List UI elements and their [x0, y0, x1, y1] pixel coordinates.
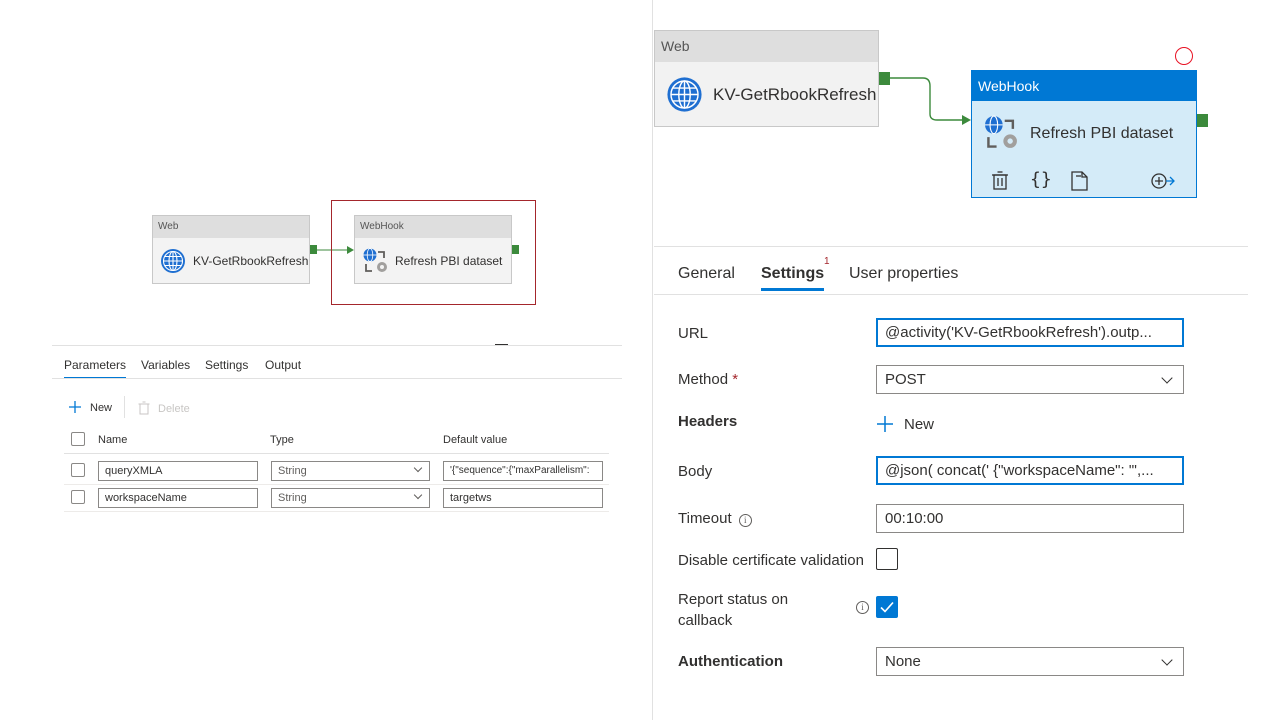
row-checkbox[interactable] — [71, 490, 85, 504]
webhook-icon — [983, 114, 1021, 157]
tab-parameters[interactable]: Parameters — [64, 358, 127, 379]
node-type-label: WebHook — [355, 216, 511, 238]
url-input[interactable]: @activity('KV-GetRbookRefresh').outp... — [876, 318, 1184, 347]
report-status-label-line2: callback — [678, 612, 733, 629]
plus-icon — [876, 415, 894, 438]
delete-label: Delete — [158, 403, 190, 415]
output-port[interactable] — [1197, 114, 1208, 127]
parameter-default-input[interactable]: '{"sequence":{"maxParallelism": — [443, 461, 603, 481]
checkmark-icon — [880, 601, 894, 613]
info-icon[interactable]: i — [738, 514, 752, 527]
web-activity-node[interactable]: Web KV-GetRbookRefresh — [654, 30, 879, 127]
info-icon[interactable]: i — [856, 601, 869, 614]
tab-variables[interactable]: Variables — [141, 358, 190, 372]
chevron-down-icon — [1161, 654, 1173, 666]
column-header-default: Default value — [443, 434, 508, 446]
globe-icon — [160, 248, 186, 279]
type-value: String — [278, 465, 307, 477]
method-label-text: Method — [678, 371, 729, 388]
tab-output[interactable]: Output — [265, 358, 301, 372]
add-header-button[interactable]: New — [876, 415, 946, 435]
parameter-default-input[interactable]: targetws — [443, 488, 603, 508]
headers-label: Headers — [678, 413, 738, 430]
node-name: KV-GetRbookRefresh — [193, 254, 309, 268]
panel-divider — [652, 0, 653, 720]
url-label: URL — [678, 325, 709, 342]
tab-bar-underline — [52, 378, 622, 379]
panel-top-border — [654, 246, 1248, 247]
column-header-name: Name — [98, 434, 128, 446]
settings-error-badge: 1 — [824, 256, 830, 267]
type-value: String — [278, 492, 307, 504]
webhook-activity-node[interactable]: WebHook Refresh PBI dataset — [354, 215, 512, 284]
node-name: Refresh PBI dataset — [1030, 125, 1174, 142]
chevron-down-icon — [1161, 372, 1173, 384]
node-name: KV-GetRbookRefresh — [713, 85, 877, 104]
timeout-label-text: Timeout — [678, 510, 732, 527]
required-asterisk: * — [732, 371, 739, 388]
new-header-label: New — [904, 416, 935, 433]
parameter-type-select[interactable]: String — [271, 461, 430, 481]
panel-top-border — [52, 345, 622, 346]
node-type-label: Web — [655, 31, 878, 62]
body-label: Body — [678, 463, 713, 480]
tab-general[interactable]: General — [678, 265, 735, 283]
select-all-checkbox[interactable] — [71, 432, 85, 446]
status-indicator-circle — [1175, 47, 1193, 65]
timeout-label: Timeout i — [678, 510, 752, 527]
node-name: Refresh PBI dataset — [395, 254, 503, 268]
tab-settings[interactable]: Settings — [761, 265, 825, 291]
code-icon[interactable]: {} — [1030, 169, 1052, 190]
timeout-input[interactable]: 00:10:00 — [876, 504, 1184, 533]
method-value: POST — [885, 371, 926, 388]
web-activity-node[interactable]: Web KV-GetRbookRefresh — [152, 215, 310, 284]
row-checkbox[interactable] — [71, 463, 85, 477]
trash-icon — [138, 401, 150, 420]
output-port[interactable] — [310, 245, 317, 254]
chevron-down-icon — [413, 490, 423, 500]
toolbar-separator — [124, 396, 125, 418]
method-label: Method * — [678, 371, 738, 388]
chevron-down-icon — [413, 463, 423, 473]
parameter-name-input[interactable]: queryXMLA — [98, 461, 258, 481]
row-divider — [64, 484, 609, 485]
copy-icon[interactable] — [1071, 171, 1089, 196]
webhook-activity-node[interactable]: WebHook Refresh PBI dataset {} — [971, 70, 1197, 198]
disable-cert-label: Disable certificate validation — [678, 552, 864, 569]
disable-cert-checkbox[interactable] — [876, 548, 898, 570]
authentication-label: Authentication — [678, 653, 783, 670]
delete-icon[interactable] — [991, 171, 1009, 195]
new-label: New — [90, 402, 113, 414]
body-input[interactable]: @json( concat(' {"workspaceName": "',... — [876, 456, 1184, 485]
output-port[interactable] — [879, 72, 890, 85]
column-header-type: Type — [270, 434, 294, 446]
plus-icon — [68, 400, 82, 419]
parameter-name-input[interactable]: workspaceName — [98, 488, 258, 508]
report-status-checkbox[interactable] — [876, 596, 898, 618]
tab-bar-underline — [654, 294, 1248, 295]
tab-user-properties[interactable]: User properties — [849, 265, 958, 283]
tab-settings[interactable]: Settings — [205, 358, 248, 372]
webhook-icon — [362, 247, 390, 280]
add-output-icon[interactable] — [1151, 172, 1175, 195]
node-type-label: Web — [153, 216, 309, 238]
header-divider — [64, 453, 609, 454]
connector-arrow — [890, 77, 971, 125]
globe-icon — [666, 76, 703, 118]
authentication-select[interactable]: None — [876, 647, 1184, 676]
method-select[interactable]: POST — [876, 365, 1184, 394]
row-divider — [64, 511, 609, 512]
node-type-label: WebHook — [972, 71, 1196, 101]
authentication-value: None — [885, 653, 921, 670]
parameter-type-select[interactable]: String — [271, 488, 430, 508]
output-port[interactable] — [512, 245, 519, 254]
report-status-label-line1: Report status on — [678, 591, 789, 608]
